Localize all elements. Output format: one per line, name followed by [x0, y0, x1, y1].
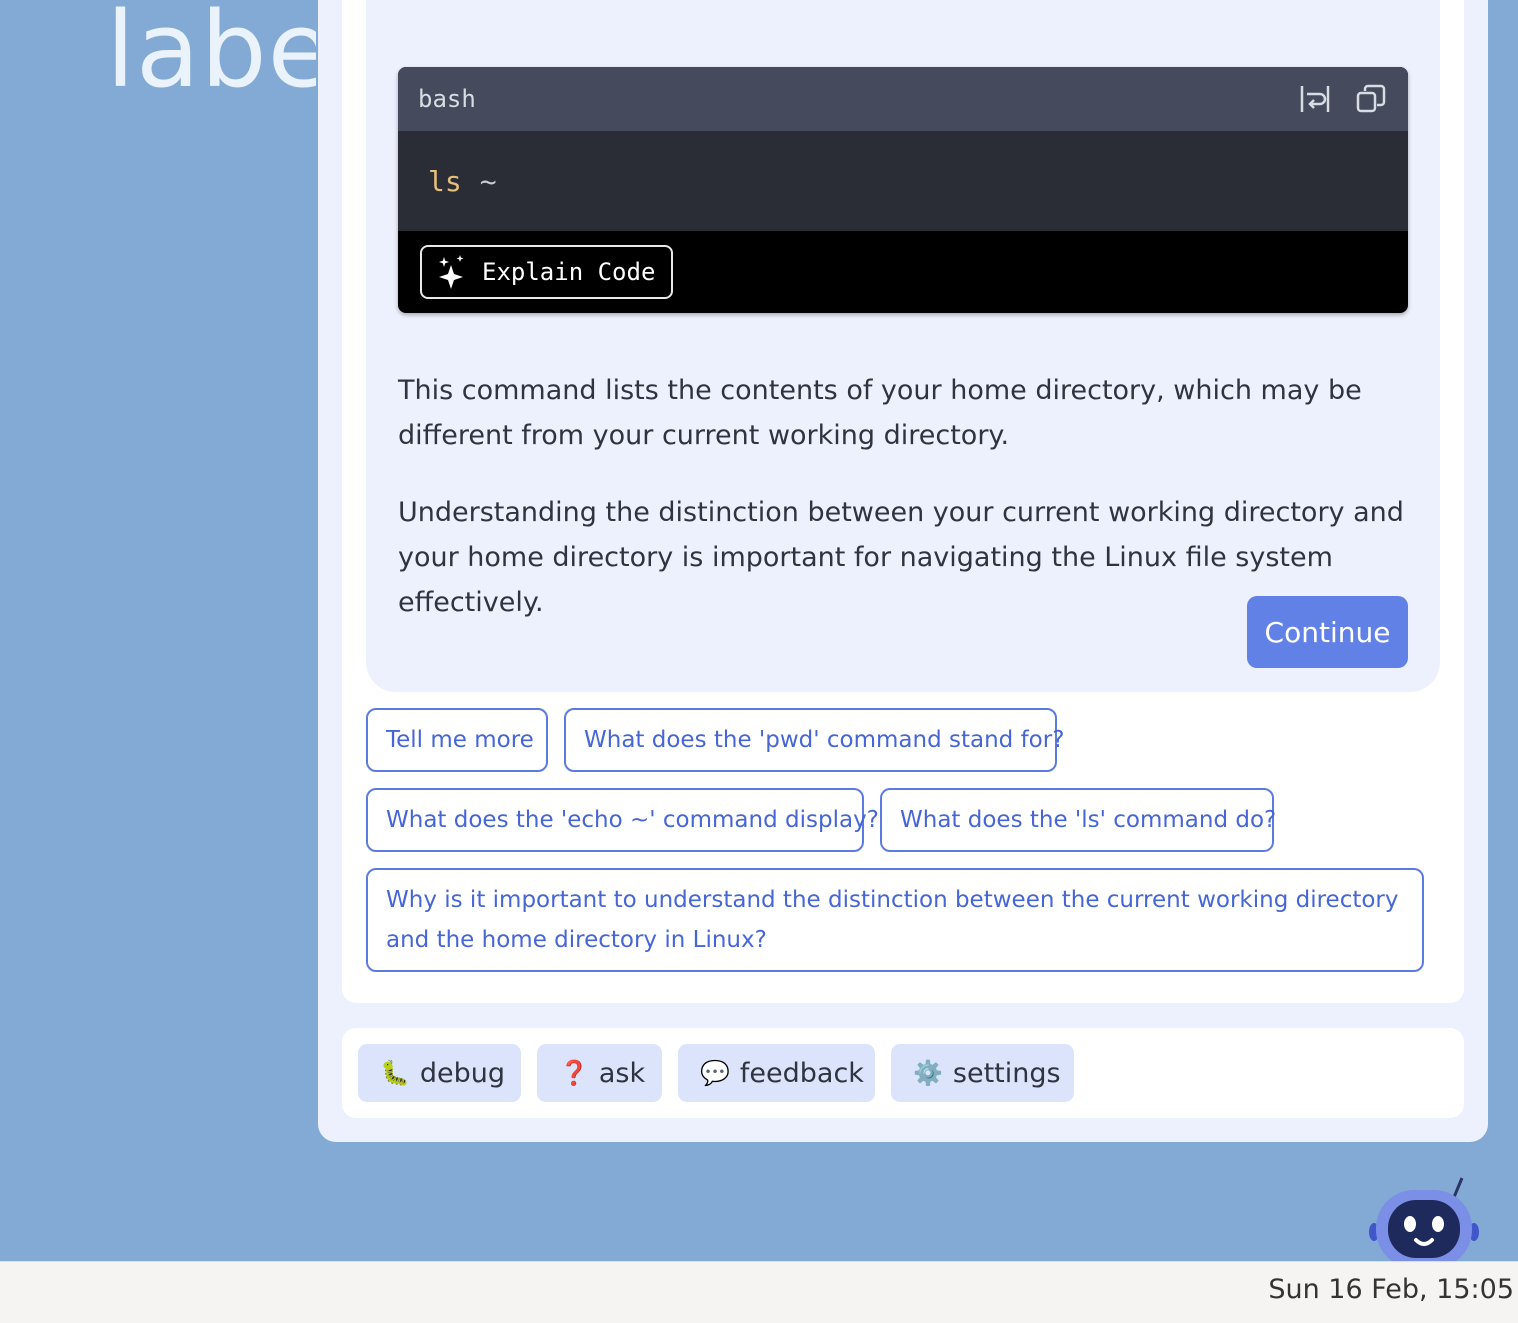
question-icon: ❓: [559, 1059, 589, 1087]
copy-icon[interactable]: [1354, 82, 1388, 116]
code-language-label: bash: [418, 85, 476, 113]
gear-icon: ⚙️: [913, 1059, 943, 1087]
code-block: bash ls ~ Explain Code: [398, 67, 1408, 313]
chatbot-avatar-icon[interactable]: [1368, 1176, 1480, 1270]
continue-button[interactable]: Continue: [1247, 596, 1408, 668]
debug-button[interactable]: 🐛 debug: [358, 1044, 521, 1102]
code-block-header: bash: [398, 67, 1408, 131]
settings-button[interactable]: ⚙️ settings: [891, 1044, 1074, 1102]
ask-button[interactable]: ❓ ask: [537, 1044, 662, 1102]
bug-icon: 🐛: [380, 1059, 410, 1087]
explain-code-label: Explain Code: [482, 258, 656, 286]
sparkle-icon: [439, 255, 464, 289]
code-body: ls ~: [398, 131, 1408, 231]
taskbar-clock[interactable]: Sun 16 Feb, 15:05: [1268, 1274, 1514, 1305]
feedback-button[interactable]: 💬 feedback: [678, 1044, 875, 1102]
message-paragraph-1: This command lists the contents of your …: [398, 375, 1362, 451]
background-logo-text: labe: [106, 0, 316, 111]
feedback-label: feedback: [739, 1057, 864, 1089]
explain-code-button[interactable]: Explain Code: [420, 245, 674, 299]
speech-bubble-icon: 💬: [700, 1059, 730, 1087]
settings-label: settings: [952, 1057, 1061, 1089]
taskbar: Sun 16 Feb, 15:05: [0, 1261, 1518, 1323]
debug-label: debug: [419, 1057, 506, 1089]
wrap-icon[interactable]: [1298, 82, 1332, 116]
suggestion-chip[interactable]: Tell me more: [366, 708, 548, 772]
code-command: ls: [428, 164, 462, 198]
suggestion-chip[interactable]: What does the 'pwd' command stand for?: [564, 708, 1064, 772]
suggestion-chip[interactable]: What does the 'ls' command do?: [880, 788, 1276, 852]
bottom-toolbar: 🐛 debug ❓ ask 💬 feedback ⚙️ settings: [342, 1028, 1464, 1118]
suggestion-chip[interactable]: What does the 'echo ~' command display?: [366, 788, 879, 852]
code-argument: ~: [479, 164, 497, 198]
suggestion-chip[interactable]: Why is it important to understand the di…: [366, 868, 1424, 972]
ask-label: ask: [598, 1057, 646, 1089]
